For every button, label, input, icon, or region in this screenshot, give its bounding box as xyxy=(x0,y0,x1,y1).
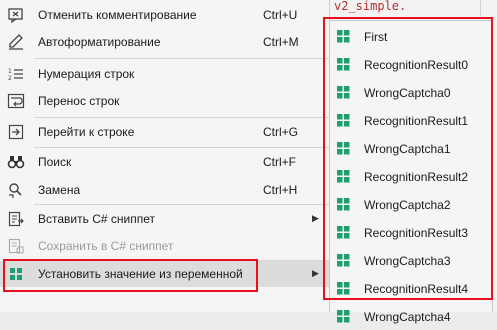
menu-item-shortcut: Ctrl+G xyxy=(263,125,299,139)
menu-item-label: Вставить C# сниппет xyxy=(38,212,155,226)
submenu-item[interactable]: WrongCaptcha4 xyxy=(330,302,492,330)
highlight-submenu-box xyxy=(323,17,493,300)
line-numbers-icon: 1 2 xyxy=(8,68,23,82)
menu-item-label: Замена xyxy=(38,183,81,197)
menu-item-word-wrap[interactable]: Перенос строк xyxy=(0,88,329,114)
replace-icon xyxy=(9,183,22,198)
menu-separator xyxy=(34,147,329,148)
submenu-arrow-icon: ▶ xyxy=(312,213,319,223)
menu-separator xyxy=(34,204,329,205)
editor-divider xyxy=(480,0,481,16)
menu-item-shortcut: Ctrl+H xyxy=(263,183,298,197)
menu-item-save-snippet[interactable]: Сохранить в C# сниппет xyxy=(0,233,329,259)
menu-item-insert-snippet[interactable]: Вставить C# сниппет ▶ xyxy=(0,206,329,232)
menu-item-line-numbers[interactable]: 1 2 Нумерация строк xyxy=(0,61,329,87)
menu-item-autoformat[interactable]: Автоформатирование Ctrl+M xyxy=(0,29,329,55)
word-wrap-icon xyxy=(7,93,25,109)
menu-item-search[interactable]: Поиск Ctrl+F xyxy=(0,149,329,175)
menu-item-shortcut: Ctrl+F xyxy=(263,155,296,169)
insert-snippet-icon xyxy=(8,211,24,227)
menu-item-uncomment[interactable]: Отменить комментирование Ctrl+U xyxy=(0,2,329,28)
highlight-menu-item-box xyxy=(3,259,258,292)
submenu-arrow-icon: ▶ xyxy=(312,268,319,278)
menu-item-label: Перенос строк xyxy=(38,94,120,108)
goto-line-icon xyxy=(8,124,24,140)
svg-text:1: 1 xyxy=(8,68,12,75)
svg-text:2: 2 xyxy=(8,75,12,82)
menu-item-replace[interactable]: Замена Ctrl+H xyxy=(0,177,329,203)
menu-separator xyxy=(34,117,329,118)
menu-item-label: Сохранить в C# сниппет xyxy=(38,239,174,253)
binoculars-icon xyxy=(7,156,25,169)
pencil-icon xyxy=(9,34,23,50)
menu-item-label: Нумерация строк xyxy=(38,67,135,81)
submenu-item-label: WrongCaptcha4 xyxy=(364,310,451,324)
menu-item-label: Перейти к строке xyxy=(38,125,135,139)
menu-item-label: Отменить комментирование xyxy=(38,8,197,22)
menu-item-label: Поиск xyxy=(38,155,72,169)
uncomment-icon xyxy=(8,8,23,24)
save-snippet-icon xyxy=(8,238,24,254)
menu-item-shortcut: Ctrl+U xyxy=(263,8,298,22)
menu-item-shortcut: Ctrl+M xyxy=(263,35,299,49)
code-editor-text: v2_simple. xyxy=(334,0,407,13)
menu-item-label: Автоформатирование xyxy=(38,35,161,49)
menu-separator xyxy=(34,58,329,59)
menu-item-goto-line[interactable]: Перейти к строке Ctrl+G xyxy=(0,119,329,145)
